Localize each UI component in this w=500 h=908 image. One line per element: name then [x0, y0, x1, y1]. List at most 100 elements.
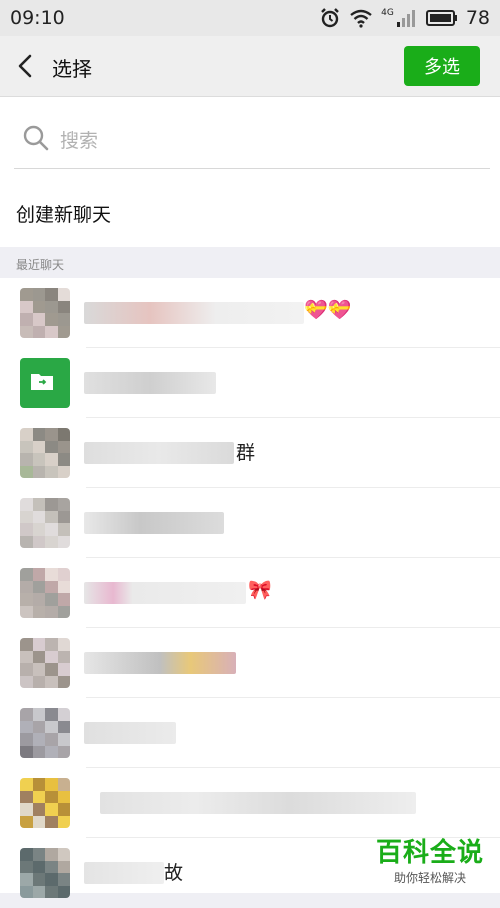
- avatar: [20, 638, 70, 688]
- avatar-pixel: [32, 313, 45, 326]
- avatar-pixel: [20, 790, 33, 803]
- avatar-pixel: [45, 453, 58, 466]
- page-title: 选择: [52, 57, 92, 81]
- avatar-pixel: [45, 498, 58, 511]
- wifi-icon: [350, 9, 372, 28]
- avatar-pixel: [45, 708, 58, 721]
- avatar-pixel: [45, 885, 58, 898]
- chat-row[interactable]: [0, 488, 500, 558]
- chat-row[interactable]: 🎀: [0, 558, 500, 628]
- status-icons: 4G 78: [319, 7, 490, 29]
- battery-level: 78: [465, 7, 490, 29]
- avatar-pixel: [45, 860, 58, 873]
- avatar-pixel: [45, 745, 58, 758]
- avatar-pixel: [32, 720, 45, 733]
- avatar-pixel: [20, 675, 33, 688]
- avatar-pixel: [32, 428, 45, 441]
- chat-row[interactable]: [0, 348, 500, 418]
- avatar-pixel: [20, 523, 33, 536]
- avatar-pixel: [32, 593, 45, 606]
- avatar-pixel: [32, 663, 45, 676]
- avatar-pixel: [57, 675, 70, 688]
- avatar-pixel: [32, 815, 45, 828]
- avatar-pixel: [57, 790, 70, 803]
- avatar-pixel: [45, 535, 58, 548]
- avatar: [20, 568, 70, 618]
- avatar-pixel: [45, 815, 58, 828]
- search-placeholder: 搜索: [60, 130, 99, 152]
- avatar-pixel: [32, 708, 45, 721]
- avatar: [20, 428, 70, 478]
- avatar-pixel: [57, 885, 70, 898]
- avatar-pixel: [45, 650, 58, 663]
- avatar-pixel: [57, 523, 70, 536]
- avatar-pixel: [45, 523, 58, 536]
- chat-name-tail: 故: [164, 862, 184, 884]
- create-new-chat[interactable]: 创建新聊天: [16, 200, 111, 227]
- avatar-pixel: [45, 638, 58, 651]
- avatar-pixel: [32, 568, 45, 581]
- back-arrow-icon[interactable]: [14, 52, 38, 80]
- avatar: [20, 288, 70, 338]
- avatar-pixel: [57, 708, 70, 721]
- avatar-pixel: [32, 453, 45, 466]
- chat-row[interactable]: [0, 768, 500, 838]
- avatar-pixel: [32, 675, 45, 688]
- watermark: 百科全说 助你轻松解决: [376, 832, 484, 886]
- avatar-pixel: [32, 465, 45, 478]
- chat-row[interactable]: 💝💝: [0, 278, 500, 348]
- avatar: [20, 498, 70, 548]
- avatar-pixel: [57, 313, 70, 326]
- avatar-pixel: [20, 815, 33, 828]
- avatar-pixel: [57, 510, 70, 523]
- avatar-pixel: [20, 720, 33, 733]
- avatar-pixel: [45, 663, 58, 676]
- avatar-pixel: [20, 733, 33, 746]
- avatar-pixel: [57, 605, 70, 618]
- avatar-pixel: [20, 593, 33, 606]
- avatar-pixel: [20, 860, 33, 873]
- avatar-pixel: [57, 650, 70, 663]
- avatar-pixel: [45, 605, 58, 618]
- avatar-pixel: [45, 325, 58, 338]
- avatar-pixel: [32, 745, 45, 758]
- chat-row[interactable]: [0, 628, 500, 698]
- folder-icon: [31, 374, 53, 390]
- avatar-pixel: [57, 593, 70, 606]
- avatar-pixel: [20, 428, 33, 441]
- avatar-pixel: [32, 580, 45, 593]
- search-input[interactable]: 搜索: [14, 110, 490, 169]
- avatar-pixel: [20, 465, 33, 478]
- avatar-pixel: [45, 733, 58, 746]
- avatar-pixel: [57, 778, 70, 791]
- avatar-pixel: [20, 498, 33, 511]
- multi-select-button[interactable]: 多选: [404, 46, 480, 86]
- avatar-pixel: [57, 288, 70, 301]
- avatar-pixel: [45, 580, 58, 593]
- chat-row[interactable]: 群: [0, 418, 500, 488]
- watermark-subtitle: 助你轻松解决: [393, 871, 466, 885]
- pixelated-name: [84, 372, 216, 394]
- avatar-pixel: [57, 325, 70, 338]
- avatar-pixel: [32, 733, 45, 746]
- avatar-pixel: [20, 313, 33, 326]
- avatar-pixel: [32, 605, 45, 618]
- avatar: [20, 708, 70, 758]
- avatar-pixel: [32, 873, 45, 886]
- avatar-pixel: [45, 568, 58, 581]
- avatar-pixel: [32, 523, 45, 536]
- avatar-pixel: [20, 440, 33, 453]
- chat-row[interactable]: [0, 698, 500, 768]
- avatar-pixel: [57, 498, 70, 511]
- pixelated-name: [84, 442, 234, 464]
- avatar-pixel: [45, 465, 58, 478]
- avatar-pixel: [20, 778, 33, 791]
- avatar-pixel: [20, 568, 33, 581]
- avatar-pixel: [32, 510, 45, 523]
- avatar-pixel: [45, 288, 58, 301]
- signal-icon: [396, 10, 415, 27]
- avatar-pixel: [32, 535, 45, 548]
- avatar-pixel: [45, 510, 58, 523]
- avatar-pixel: [57, 733, 70, 746]
- avatar-pixel: [20, 580, 33, 593]
